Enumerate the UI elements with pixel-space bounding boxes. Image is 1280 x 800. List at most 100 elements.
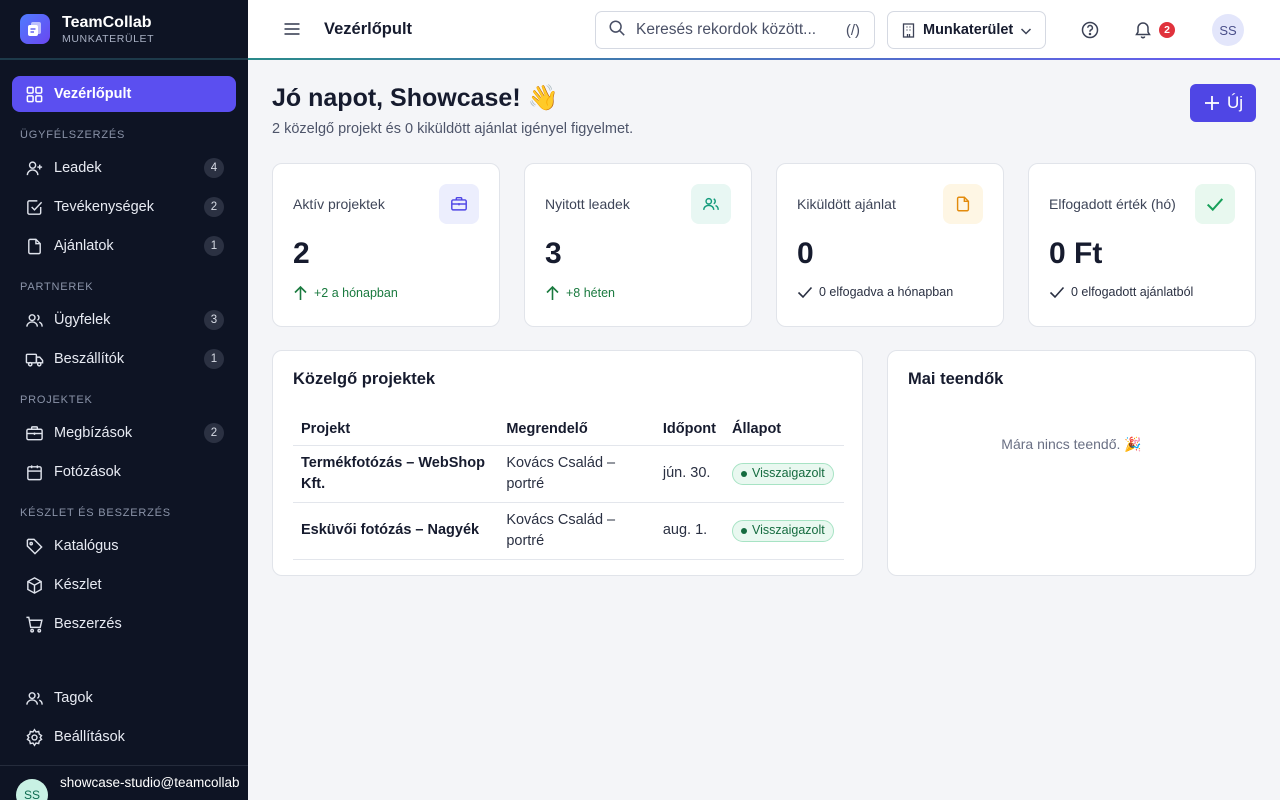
users-icon (24, 310, 44, 330)
search-shortcut: (/) (845, 21, 860, 39)
stat-delta-text: 0 elfogadva a hónapban (819, 285, 954, 299)
sidebar: TeamCollab MUNKATERÜLET Vezérlőpult ÜGYF… (0, 0, 248, 800)
sidebar-item-members[interactable]: Tagok (12, 680, 236, 716)
checkbox-icon (24, 197, 44, 217)
sidebar-item-label: Tagok (54, 690, 93, 706)
date-cell: aug. 1. (654, 502, 724, 560)
new-button[interactable]: Új (1190, 84, 1256, 122)
check-icon (1049, 286, 1065, 299)
building-icon (902, 22, 915, 38)
sidebar-section-title: KÉSZLET ÉS BESZERZÉS (20, 507, 171, 519)
client-cell: Kovács Család – portré (498, 502, 655, 560)
brand-name: TeamCollab (62, 13, 152, 31)
calendar-icon (24, 462, 44, 482)
sidebar-item-label: Beszállítók (54, 351, 125, 367)
members-icon (24, 688, 44, 708)
sidebar-item-label: Leadek (54, 160, 102, 176)
search-icon (608, 19, 626, 42)
user-profile[interactable]: SS showcase-studio@teamcollab (0, 765, 248, 800)
stat-label: Aktív projektek (293, 196, 385, 212)
workspace-label: Munkaterület (923, 22, 1014, 38)
menu-icon[interactable] (282, 19, 302, 39)
status-badge: Visszaigazolt (732, 519, 834, 542)
sidebar-item-label: Készlet (54, 577, 102, 593)
new-button-label: Új (1226, 93, 1244, 112)
sidebar-item-dashboard[interactable]: Vezérlőpult (12, 76, 236, 112)
help-icon[interactable] (1080, 20, 1100, 40)
sidebar-item-procurement[interactable]: Beszerzés (12, 606, 236, 642)
stat-value: 0 (797, 237, 814, 270)
sidebar-item-label: Ajánlatok (54, 238, 114, 254)
sidebar-item-label: Tevékenységek (54, 199, 154, 215)
stat-card-active-projects[interactable]: Aktív projektek 2 +2 a hónapban (272, 163, 500, 327)
sidebar-item-suppliers[interactable]: Beszállítók 1 (12, 341, 236, 377)
table-row[interactable]: Termékfotózás – WebShop Kft. Kovács Csal… (293, 445, 844, 503)
count-badge: 4 (204, 158, 224, 178)
tag-icon (24, 536, 44, 556)
sidebar-nav: Vezérlőpult ÜGYFÉLSZERZÉS Leadek 4 Tevék… (0, 60, 248, 642)
sidebar-item-inventory[interactable]: Készlet (12, 567, 236, 603)
sidebar-item-settings[interactable]: Beállítások (12, 719, 236, 755)
sidebar-item-assignments[interactable]: Megbízások 2 (12, 415, 236, 451)
user-plus-icon (24, 158, 44, 178)
stat-value: 2 (293, 237, 310, 270)
logo-icon (20, 14, 50, 44)
search-box[interactable]: (/) (595, 11, 875, 49)
client-cell: Kovács Család – portré (498, 445, 655, 503)
card-title: Közelgő projektek (293, 370, 436, 388)
stat-card-sent-offers[interactable]: Kiküldött ajánlat 0 0 elfogadva a hónapb… (776, 163, 1004, 327)
sidebar-item-shoots[interactable]: Fotózások (12, 454, 236, 490)
document-icon (24, 236, 44, 256)
sidebar-item-activities[interactable]: Tevékenységek 2 (12, 189, 236, 225)
count-badge: 2 (204, 197, 224, 217)
table-row[interactable]: Esküvői fotózás – Nagyék Kovács Család –… (293, 502, 844, 560)
arrow-up-icon (294, 285, 307, 300)
column-header[interactable]: Projekt (293, 413, 499, 446)
project-cell: Termékfotózás – WebShop Kft. (293, 445, 499, 503)
users-icon (691, 184, 731, 224)
workspace-selector[interactable]: Munkaterület (887, 11, 1046, 49)
column-header[interactable]: Állapot (724, 413, 844, 446)
stat-label: Kiküldött ajánlat (797, 196, 896, 212)
empty-state-text: Mára nincs teendő. 🎉 (1001, 436, 1142, 452)
search-input[interactable] (636, 21, 836, 39)
sidebar-item-offers[interactable]: Ajánlatok 1 (12, 228, 236, 264)
stat-value: 3 (545, 237, 562, 270)
stat-delta: 0 elfogadva a hónapban (797, 285, 953, 299)
check-icon (797, 286, 813, 299)
sidebar-section-title: PROJEKTEK (20, 394, 93, 406)
status-dot (741, 527, 747, 534)
sidebar-item-label: Vezérlőpult (54, 86, 132, 102)
stat-delta-text: +8 héten (566, 286, 616, 300)
avatar[interactable]: SS (1212, 14, 1244, 46)
status-text: Visszaigazolt (752, 466, 825, 480)
notification-badge: 2 (1159, 22, 1175, 38)
sidebar-item-label: Ügyfelek (54, 312, 111, 328)
briefcase-icon (439, 184, 479, 224)
stat-label: Elfogadott érték (hó) (1049, 196, 1176, 212)
column-header[interactable]: Megrendelő (498, 413, 655, 446)
grid-icon (24, 84, 44, 104)
sidebar-item-leads[interactable]: Leadek 4 (12, 150, 236, 186)
project-cell: Esküvői fotózás – Nagyék (293, 502, 499, 560)
arrow-up-icon (546, 285, 559, 300)
greeting-subtitle: 2 közelgő projekt és 0 kiküldött ajánlat… (272, 121, 634, 137)
stat-label: Nyitott leadek (545, 196, 630, 212)
count-badge: 3 (204, 310, 224, 330)
column-header[interactable]: Időpont (654, 413, 724, 446)
brand-subtitle: MUNKATERÜLET (62, 32, 155, 45)
chevron-down-icon (1019, 24, 1033, 42)
check-icon (1195, 184, 1235, 224)
status-dot (741, 470, 747, 477)
bell-icon[interactable] (1133, 20, 1153, 40)
stat-delta: +2 a hónapban (293, 285, 398, 301)
briefcase-icon (24, 423, 44, 443)
sidebar-item-clients[interactable]: Ügyfelek 3 (12, 302, 236, 338)
brand[interactable]: TeamCollab MUNKATERÜLET (0, 0, 248, 60)
stat-card-open-leads[interactable]: Nyitott leadek 3 +8 héten (524, 163, 752, 327)
upcoming-projects-card: Közelgő projektek Projekt Megrendelő Idő… (272, 350, 863, 576)
stat-card-accepted-value[interactable]: Elfogadott érték (hó) 0 Ft 0 elfogadott … (1028, 163, 1256, 327)
table-header-row: Projekt Megrendelő Időpont Állapot (293, 413, 844, 446)
greeting-heading: Jó napot, Showcase! 👋 (272, 84, 559, 112)
sidebar-item-catalog[interactable]: Katalógus (12, 528, 236, 564)
